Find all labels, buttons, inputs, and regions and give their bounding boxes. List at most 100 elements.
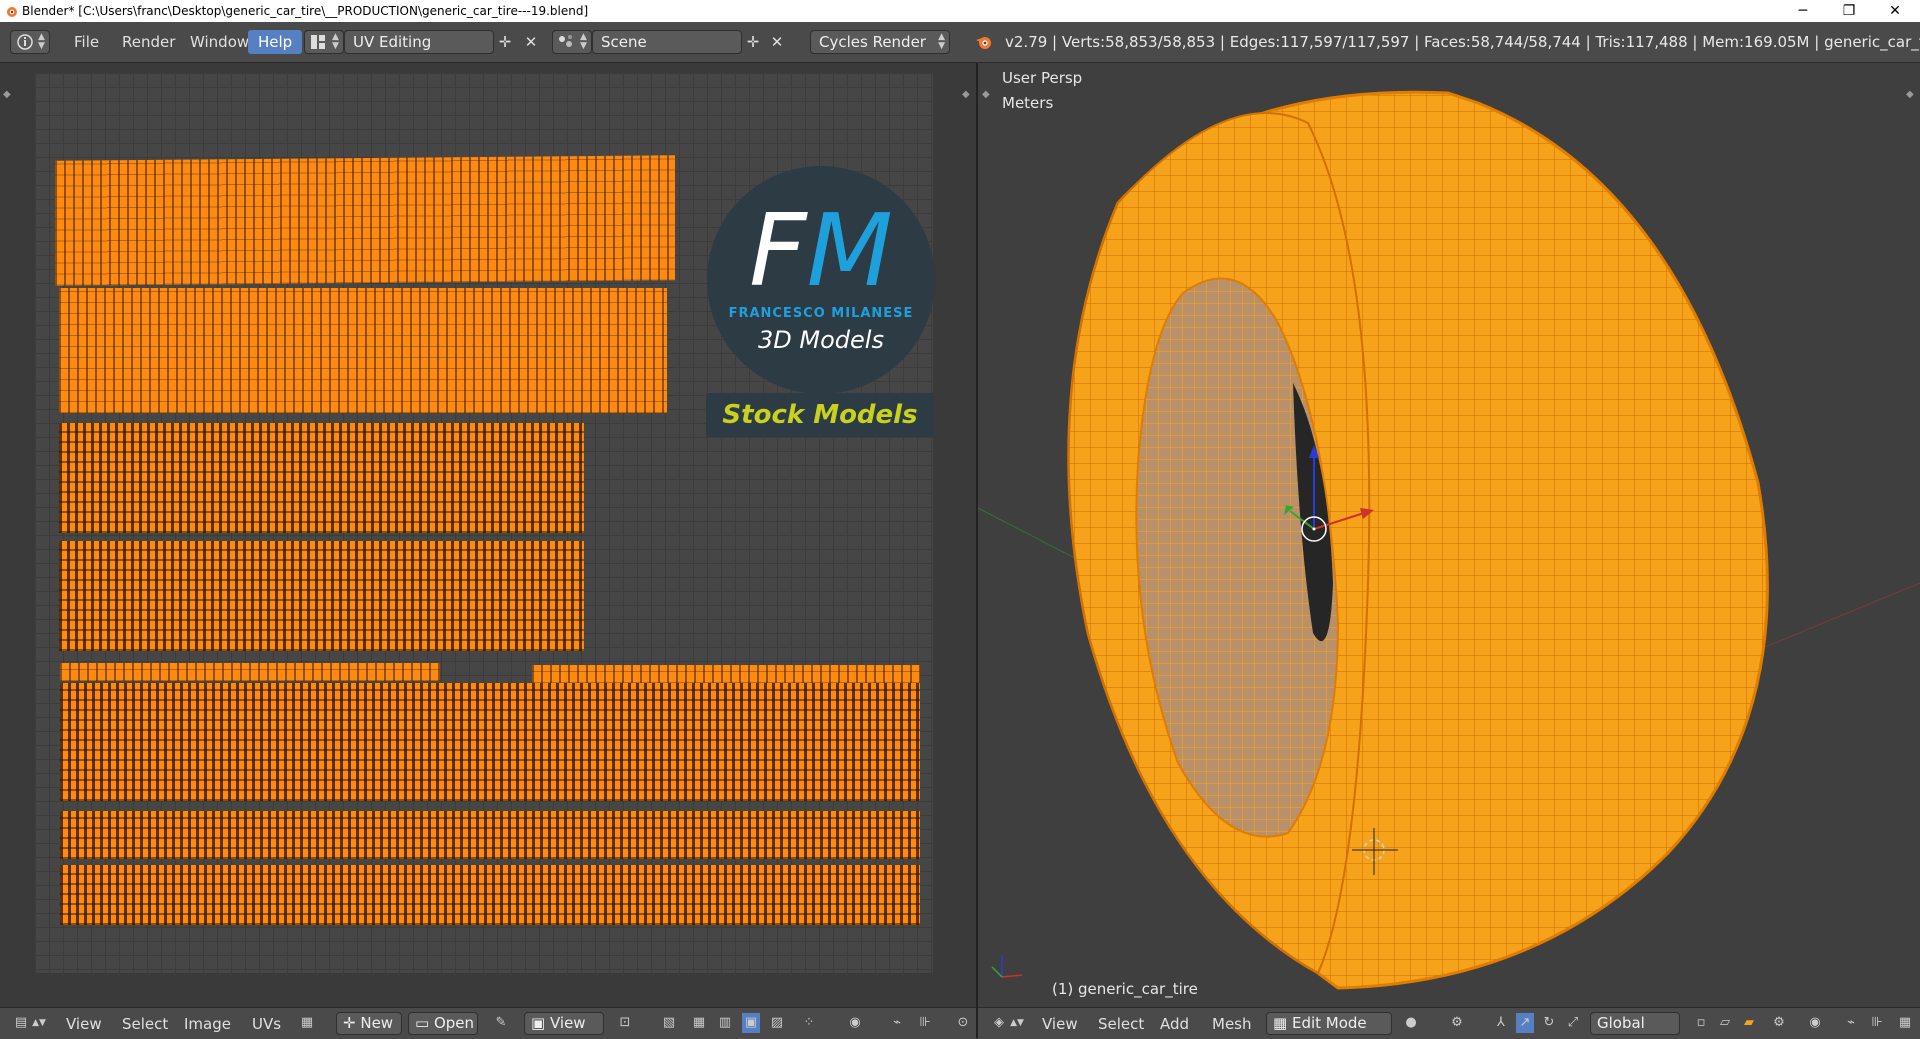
uv-editor-header: ▤ ▲▼ View Select Image UVs ▦ ✛ New ▭ Ope… [0, 1007, 976, 1039]
transform-orientation-dropdown[interactable]: Global [1590, 1012, 1680, 1035]
viewport-menu-add[interactable]: Add [1160, 1014, 1189, 1034]
scene-field[interactable]: Scene [592, 30, 742, 54]
new-label: New [360, 1014, 394, 1032]
uv-island-inner-b [60, 811, 920, 859]
object-origin [1312, 527, 1316, 531]
translate-icon[interactable]: ↗ [1516, 1013, 1534, 1033]
uv-menu-select[interactable]: Select [122, 1014, 168, 1034]
axis-gizmo-y [991, 966, 1003, 978]
pin-icon[interactable]: ✎ [492, 1013, 510, 1033]
menu-render[interactable]: Render [112, 30, 185, 54]
overlay-icon[interactable]: ⊙ [954, 1013, 972, 1033]
plus-icon: ✛ [343, 1014, 356, 1032]
stock-models-banner: Stock Models [706, 393, 934, 437]
edge-select-icon[interactable]: ▥ [716, 1013, 734, 1033]
window-title-bar: Blender* [C:\Users\franc\Desktop\generic… [0, 0, 1920, 22]
manipulator-toggle-icon[interactable]: ⅄ [1492, 1013, 1510, 1033]
active-object-label: (1) generic_car_tire [1052, 980, 1198, 998]
uv-island-inner-c [60, 865, 920, 925]
sticky-mode-icon[interactable]: ⁘ [800, 1013, 818, 1033]
remove-screen-icon[interactable]: ✕ [520, 30, 542, 54]
uv-image-editor[interactable]: ◆ ◆ FM FRANCESCO MILANESE 3D Models Stoc… [0, 63, 976, 1007]
new-image-button[interactable]: ✛ New [336, 1012, 402, 1035]
uv-menu-image[interactable]: Image [184, 1014, 231, 1034]
menu-file[interactable]: File [64, 30, 109, 54]
window-title: Blender* [C:\Users\franc\Desktop\generic… [22, 4, 589, 18]
editor-type-icon[interactable]: ▤ [12, 1013, 30, 1033]
rotate-icon[interactable]: ↻ [1540, 1013, 1558, 1033]
snap-target-icon[interactable]: ⊪ [916, 1013, 934, 1033]
fm-logo-initials: FM [749, 192, 893, 309]
pivot-point-icon[interactable]: ⚙ [1448, 1013, 1466, 1033]
vertex-select-icon[interactable]: ▦ [690, 1013, 708, 1033]
uv-menu-view[interactable]: View [66, 1014, 102, 1034]
vertex-select-mode-icon[interactable]: ▫ [1692, 1013, 1710, 1033]
render-preview-icon[interactable]: ▦ [1896, 1013, 1914, 1033]
view3d-editor-icon[interactable]: ◈ [990, 1013, 1008, 1033]
blender-logo-icon [976, 37, 991, 49]
updown-arrows-icon: ▲ ▼ [938, 32, 945, 51]
close-button[interactable]: ✕ [1872, 0, 1918, 22]
3d-viewport[interactable]: ◆ ◆ User Persp Meters (1) generic_car_ti… [978, 63, 1920, 1007]
edit-mode-icon: ▦ [1273, 1014, 1288, 1032]
updown-arrows-icon: ▲ ▼ [580, 32, 587, 51]
face-select-icon[interactable]: ▣ [742, 1013, 760, 1033]
region-toggle-right-icon[interactable]: ◆ [962, 89, 970, 100]
face-select-mode-icon[interactable]: ▰ [1740, 1013, 1758, 1033]
fm-logo-subtitle: 3D Models [758, 326, 884, 354]
updown-arrows-icon[interactable]: ▲▼ [1008, 1013, 1026, 1033]
screen-layout-icon [311, 35, 325, 49]
updown-arrows-icon[interactable]: ▲▼ [30, 1013, 48, 1033]
viewport-menu-mesh[interactable]: Mesh [1212, 1014, 1252, 1034]
view-mode-label: View [549, 1014, 586, 1032]
uv-island-sidewall-a [59, 423, 584, 533]
viewport-scene [978, 90, 1920, 990]
restore-button[interactable]: ❐ [1826, 0, 1872, 22]
sync-selection-icon[interactable]: ▧ [660, 1013, 678, 1033]
scene-selector[interactable]: ▲ ▼ [552, 30, 592, 54]
editor-type-button[interactable]: ▲ ▼ [10, 30, 50, 54]
view-mode-dropdown[interactable]: ▣ View [524, 1012, 604, 1035]
view-mode-icon: ▣ [531, 1014, 546, 1032]
browse-image-icon[interactable]: ▦ [298, 1013, 316, 1033]
snap-element-icon[interactable]: ⌁ [1842, 1013, 1860, 1033]
screen-layout-field[interactable]: UV Editing [344, 30, 494, 54]
scale-icon[interactable]: ⤢ [1564, 1013, 1582, 1033]
occlude-geometry-icon[interactable]: ⚙ [1770, 1013, 1788, 1033]
proportional-editing-icon[interactable]: ◉ [1806, 1013, 1824, 1033]
uv-menu-uvs[interactable]: UVs [252, 1014, 281, 1034]
updown-arrows-icon: ▲ ▼ [38, 32, 45, 51]
viewport-menu-select[interactable]: Select [1098, 1014, 1144, 1034]
snap-icon[interactable]: ⌁ [888, 1013, 906, 1033]
uv-island-sidewall-b [59, 541, 584, 651]
uv-canvas[interactable]: FM FRANCESCO MILANESE 3D Models Stock Mo… [35, 73, 935, 973]
uv-island-tread-lower [59, 288, 667, 413]
remove-scene-icon[interactable]: ✕ [766, 30, 788, 54]
render-engine-label: Cycles Render [819, 33, 926, 51]
pivot-icon[interactable]: ⊡ [616, 1013, 634, 1033]
viewport-shading-icon[interactable]: ● [1402, 1013, 1420, 1033]
info-header: ▲ ▼ File Render Window Help ▲ ▼ UV Editing… [0, 22, 1920, 63]
open-label: Open [433, 1014, 475, 1032]
render-engine-dropdown[interactable]: Cycles Render ▲ ▼ [810, 30, 950, 54]
island-select-icon[interactable]: ▨ [768, 1013, 786, 1033]
add-screen-icon[interactable]: ✛ [494, 30, 516, 54]
snap-target-icon[interactable]: ⊪ [1868, 1013, 1886, 1033]
proportional-edit-icon[interactable]: ◉ [846, 1013, 864, 1033]
axis-gizmo-x [1001, 974, 1023, 978]
mode-label: Edit Mode [1291, 1014, 1367, 1032]
add-scene-icon[interactable]: ✛ [742, 30, 764, 54]
edge-select-mode-icon[interactable]: ▱ [1716, 1013, 1734, 1033]
folder-icon: ▭ [415, 1014, 430, 1032]
open-image-button[interactable]: ▭ Open [408, 1012, 478, 1035]
minimize-button[interactable]: ─ [1780, 0, 1826, 22]
screen-layout-selector[interactable]: ▲ ▼ [304, 30, 344, 54]
viewport-menu-view[interactable]: View [1042, 1014, 1078, 1034]
menu-help[interactable]: Help [248, 30, 303, 54]
mode-dropdown[interactable]: ▦ Edit Mode [1266, 1012, 1392, 1035]
uv-island-strip-right [532, 665, 920, 683]
region-toggle-left-icon[interactable]: ◆ [3, 89, 11, 100]
updown-arrows-icon: ▲ ▼ [332, 32, 339, 51]
fm-logo: FM FRANCESCO MILANESE 3D Models [707, 166, 935, 394]
info-icon [17, 34, 33, 50]
